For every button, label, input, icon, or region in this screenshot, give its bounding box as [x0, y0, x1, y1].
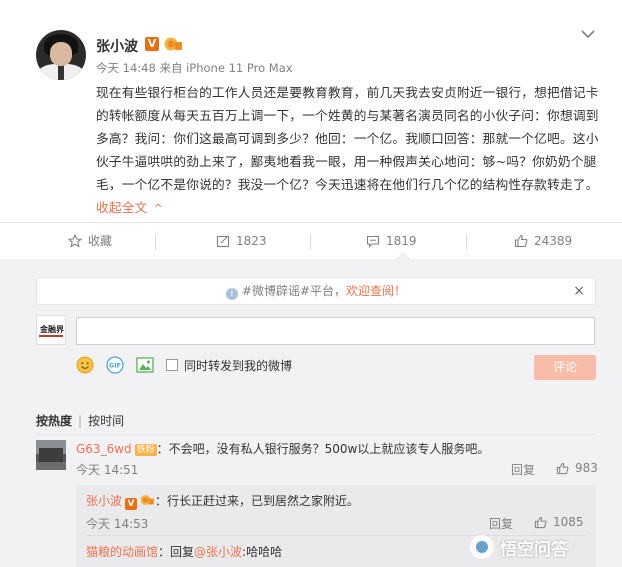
image-icon[interactable] [136, 356, 154, 374]
action-bar: 收藏 1823 1819 24389 [0, 226, 622, 256]
tab-by-time[interactable]: 按时间 [88, 414, 124, 428]
action-separator [155, 234, 156, 250]
comment-input[interactable] [76, 317, 595, 345]
notice-text[interactable]: #微博辟谣#平台， [242, 284, 346, 298]
watermark-text: 悟空问答 [500, 539, 568, 560]
action-separator [466, 234, 467, 250]
commenter-name[interactable]: G63_6wd [76, 442, 132, 456]
divider [36, 434, 596, 435]
wukong-logo-icon [470, 535, 494, 559]
reply-like-button[interactable]: 1085 [534, 515, 584, 529]
comment-section: i #微博辟谣#平台，欢迎查阅！ × 金融界 GIF 同时转发到我的微博 评论 按… [0, 259, 622, 567]
repost-icon [216, 235, 230, 248]
sort-tabs: 按热度 | 按时间 [36, 414, 125, 428]
level-badge-icon [140, 495, 154, 505]
post-content: 现在有些银行柜台的工作人员还是要教育教育，前几天我去安贞附近一银行，想把借记卡的… [96, 81, 606, 220]
comment-body: G63_6wd 铁粉 ：不会吧，没有私人银行服务？500w以上就应该专人服务吧。 [76, 440, 489, 457]
thumbs-up-icon [534, 516, 547, 528]
logo-bar [39, 335, 63, 337]
thumbs-up-icon [556, 462, 569, 474]
comment-like-button[interactable]: 983 [556, 461, 598, 475]
collapse-link[interactable]: 收起全文 ^ [96, 200, 163, 215]
logo-text: 金融界 [40, 325, 64, 334]
star-icon [68, 234, 82, 248]
watermark: 悟空问答 [470, 534, 568, 560]
reply-text-suffix: :哈哈哈 [242, 545, 283, 559]
comment-tab-arrow [396, 252, 410, 259]
fan-badge: 铁粉 [134, 444, 157, 456]
vip-badge-icon: V [125, 498, 138, 510]
reply-body: 张小波 V ：行长正赶过来，已到居然之家附近。 [86, 492, 359, 510]
reply-button[interactable]: 回复 [489, 515, 513, 532]
post-meta: 今天 14:48 来自 iPhone 11 Pro Max [96, 61, 293, 75]
comment-time: 今天 14:51 [76, 463, 139, 477]
comment-text: ：不会吧，没有私人银行服务？500w以上就应该专人服务吧。 [156, 442, 490, 456]
favorite-button[interactable]: 收藏 [68, 226, 112, 256]
emoji-icon[interactable] [76, 356, 94, 374]
mention-link[interactable]: @张小波 [194, 545, 242, 559]
comment-icon [366, 235, 380, 248]
reply-author-name[interactable]: 张小波 [86, 494, 122, 508]
composer-toolbar: GIF 同时转发到我的微博 [76, 355, 292, 375]
submit-comment-button[interactable]: 评论 [534, 355, 596, 380]
reply-like-count: 1085 [553, 515, 584, 529]
post-text: 现在有些银行柜台的工作人员还是要教育教育，前几天我去安贞附近一银行，想把借记卡的… [96, 85, 599, 192]
repost-count: 1823 [236, 234, 267, 248]
reply-body: 猫粮的动画馆：回复@张小波:哈哈哈 [86, 543, 282, 560]
reply-author-name[interactable]: 猫粮的动画馆 [86, 545, 158, 559]
author-avatar[interactable] [36, 30, 86, 80]
repost-label: 同时转发到我的微博 [184, 358, 293, 373]
thumbs-up-icon [514, 234, 528, 248]
like-button[interactable]: 24389 [514, 226, 572, 256]
chevron-down-icon[interactable] [580, 28, 596, 40]
collapse-label[interactable]: 收起全文 [96, 200, 148, 215]
gif-label: GIF [109, 362, 121, 370]
tab-by-hot[interactable]: 按热度 [36, 414, 72, 428]
chevron-up-icon[interactable]: ^ [154, 202, 163, 215]
rumor-notice: i #微博辟谣#平台，欢迎查阅！ × [36, 277, 596, 305]
divider [0, 222, 622, 223]
notice-link[interactable]: 欢迎查阅！ [346, 284, 406, 298]
commenter-avatar[interactable] [36, 440, 66, 470]
author-name[interactable]: 张小波 [96, 36, 138, 56]
info-icon: i [225, 288, 238, 300]
vip-badge-icon: V [145, 37, 159, 51]
my-avatar[interactable]: 金融界 [36, 315, 66, 345]
favorite-label: 收藏 [88, 234, 113, 248]
action-separator [310, 234, 311, 250]
reply-button[interactable]: 回复 [511, 461, 535, 478]
level-badge-icon [164, 37, 182, 51]
gif-icon[interactable]: GIF [106, 356, 124, 374]
reply-text: ：行长正赶过来，已到居然之家附近。 [155, 494, 360, 508]
repost-checkbox[interactable] [166, 359, 178, 371]
repost-button[interactable]: 1823 [216, 226, 267, 256]
close-icon[interactable]: × [573, 278, 585, 304]
reply-time: 今天 14:53 [86, 517, 149, 531]
reply-text-prefix: ：回复 [158, 545, 195, 559]
like-count: 24389 [534, 234, 573, 248]
comment-like-count: 983 [575, 461, 598, 475]
